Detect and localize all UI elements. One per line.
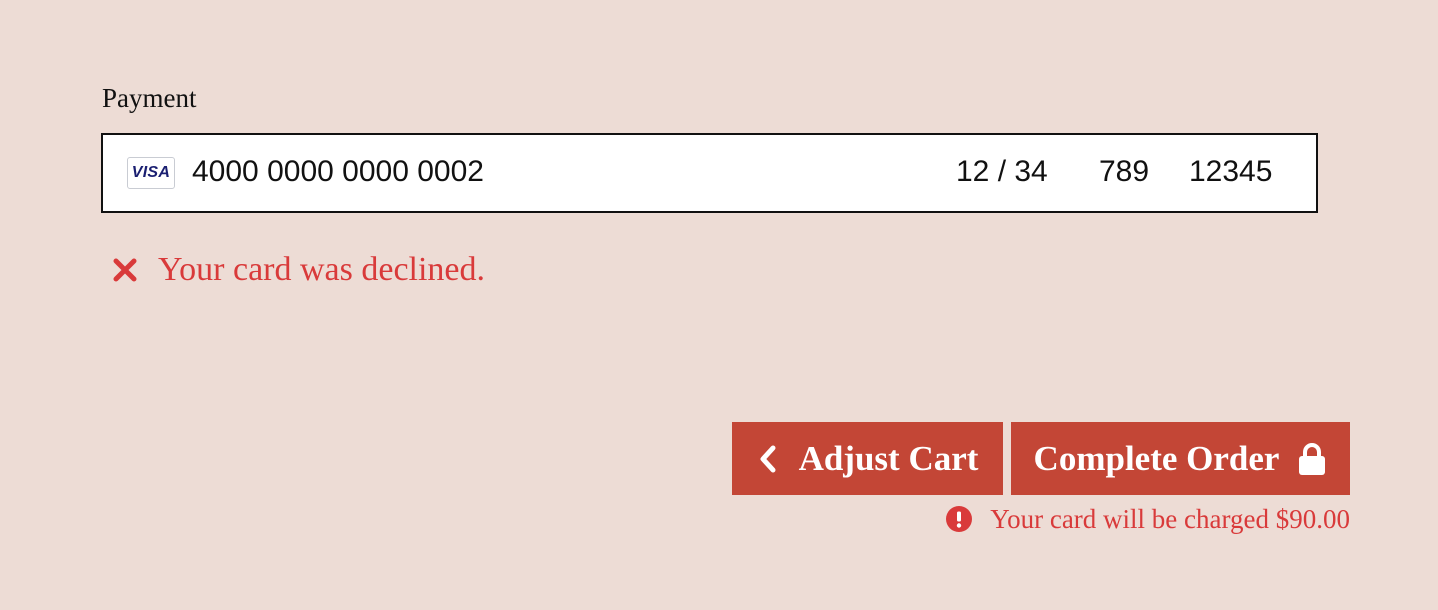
card-number-input[interactable]: 4000 0000 0000 0002: [192, 153, 484, 191]
lock-icon: [1299, 442, 1326, 475]
payment-section-label: Payment: [102, 83, 197, 113]
exclamation-circle-icon: [946, 506, 973, 532]
adjust-cart-button[interactable]: Adjust Cart: [732, 422, 1003, 495]
card-error-text: Your card was declined.: [158, 251, 486, 288]
charge-notice: Your card will be charged $90.00: [946, 500, 1350, 538]
card-expiry-input[interactable]: 12 / 34: [956, 153, 1048, 191]
chevron-left-icon: [760, 445, 776, 472]
card-error-message: Your card was declined.: [112, 248, 485, 292]
card-input-field[interactable]: VISA 4000 0000 0000 0002 12 / 34 789 123…: [101, 133, 1318, 213]
complete-order-label: Complete Order: [1033, 438, 1280, 478]
charge-notice-text: Your card will be charged $90.00: [990, 503, 1350, 534]
visa-card-icon: VISA: [127, 157, 175, 189]
card-cvc-input[interactable]: 789: [1099, 153, 1149, 191]
card-zip-input[interactable]: 12345: [1189, 153, 1272, 191]
complete-order-button[interactable]: Complete Order: [1011, 422, 1350, 495]
x-mark-icon: [113, 258, 137, 282]
adjust-cart-label: Adjust Cart: [798, 438, 979, 478]
